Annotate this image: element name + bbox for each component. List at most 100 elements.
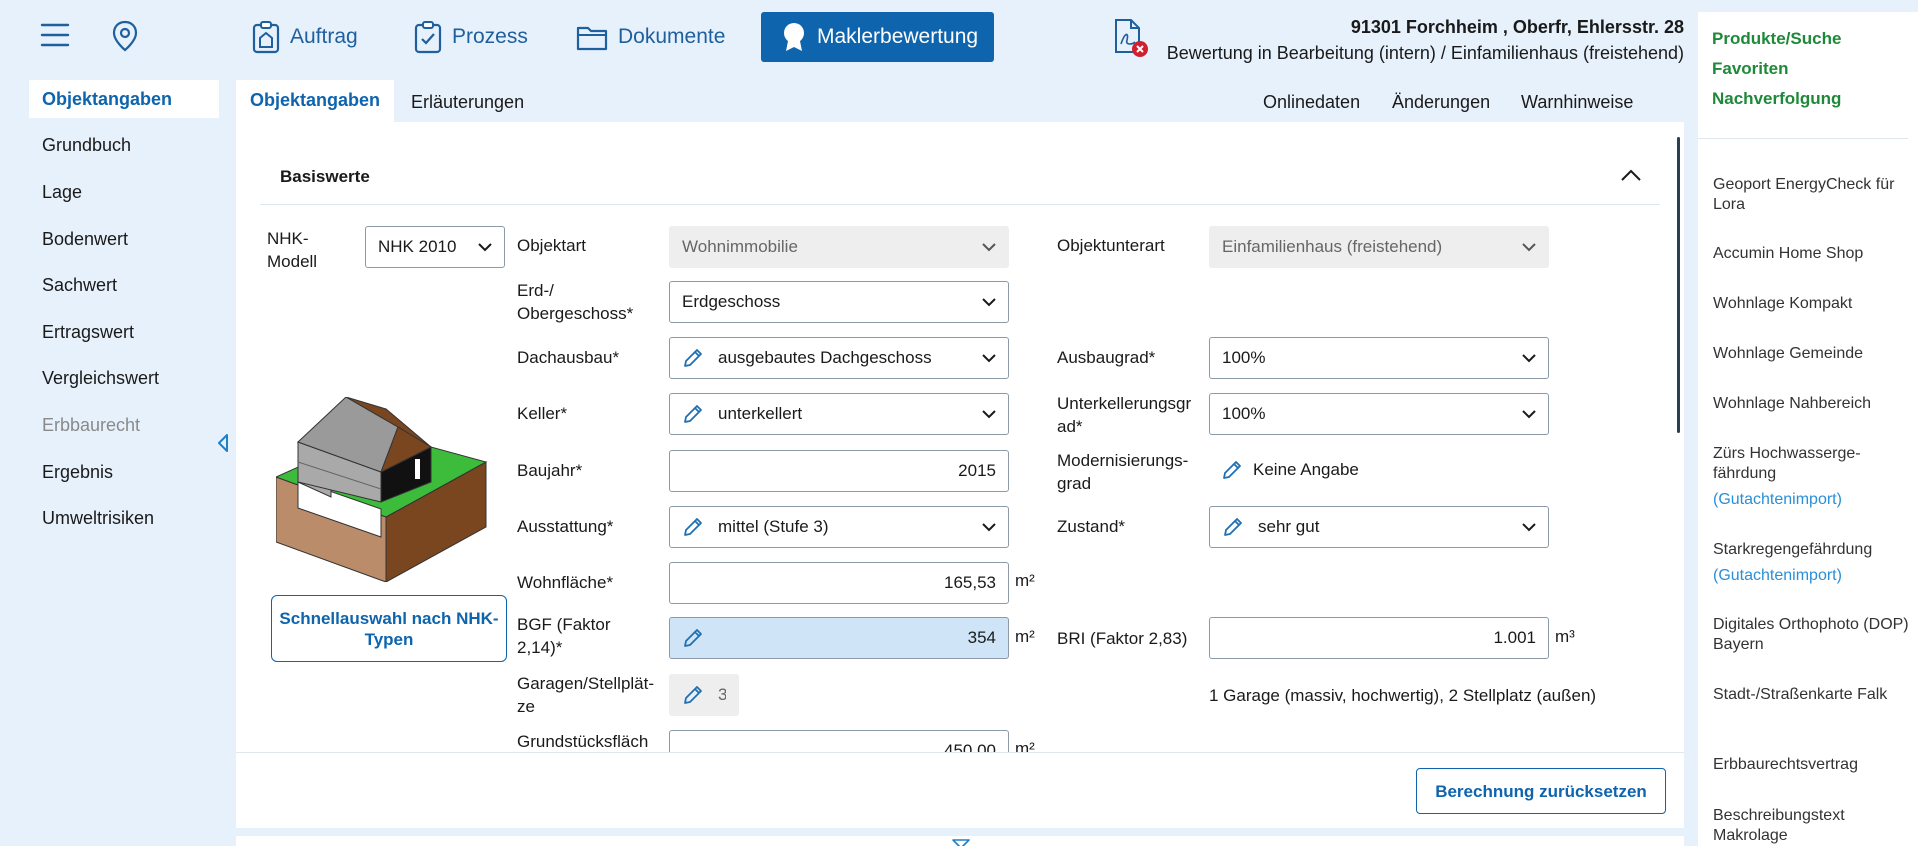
product-wohnlage-gemeinde[interactable]: Wohnlage Gemeinde xyxy=(1713,344,1913,364)
label-text: Erd-/ Obergeschoss* xyxy=(517,281,634,323)
product-wohnlage-nahbereich[interactable]: Wohnlage Nahbereich xyxy=(1713,394,1913,414)
pencil-icon[interactable] xyxy=(682,627,704,649)
link-warnhinweise[interactable]: Warnhinweise xyxy=(1521,82,1633,122)
label-text: Baujahr* xyxy=(517,461,583,480)
product-label: Wohnlage Kompakt xyxy=(1713,295,1853,312)
label-text: BGF (Faktor 2,14)* xyxy=(517,615,611,657)
tab-label: Objektangaben xyxy=(250,90,381,110)
sidebar-item-umweltrisiken[interactable]: Umweltrisiken xyxy=(29,499,219,537)
sidebar-item-sachwert[interactable]: Sachwert xyxy=(29,266,219,304)
label-text: Unterkellerungsgr ad* xyxy=(1057,394,1192,436)
sidebar-item-label: Lage xyxy=(42,182,83,202)
grundstueck-unit: m² xyxy=(1015,739,1035,752)
garagen-field[interactable]: 3 xyxy=(669,674,739,716)
product-zuers-hochwasser[interactable]: Zürs Hochwasserge-fährdung (Gutachtenimp… xyxy=(1713,444,1913,510)
ausbaugrad-value: 100% xyxy=(1222,348,1266,367)
zustand-select[interactable]: sehr gut xyxy=(1209,506,1549,548)
reset-calculation-button[interactable]: Berechnung zurücksetzen xyxy=(1416,768,1666,814)
sidebar-item-vergleichswert[interactable]: Vergleichswert xyxy=(29,359,219,397)
sidebar-item-objektangaben[interactable]: Objektangaben xyxy=(29,80,219,118)
dachausbau-select[interactable]: ausgebautes Dachgeschoss xyxy=(669,337,1009,379)
folder-icon xyxy=(576,23,608,51)
tab-erlaeuterungen[interactable]: Erläuterungen xyxy=(397,82,538,122)
pdf-error-icon[interactable] xyxy=(1113,18,1149,63)
product-label: Starkregengefährdung xyxy=(1713,541,1873,558)
bgf-label: BGF (Faktor 2,14)* xyxy=(517,613,647,659)
keller-select[interactable]: unterkellert xyxy=(669,393,1009,435)
reset-calculation-label: Berechnung zurücksetzen xyxy=(1435,781,1647,801)
product-beschreibungstext-makrolage[interactable]: Beschreibungstext Makrolage xyxy=(1713,806,1913,846)
menu-icon[interactable] xyxy=(40,22,70,53)
sidebar-item-label: Grundbuch xyxy=(42,135,132,155)
wohnflaeche-input[interactable]: 165,53 xyxy=(669,562,1009,604)
product-erbbaurechtsvertrag[interactable]: Erbbaurechtsvertrag xyxy=(1713,755,1913,775)
nav-dokumente[interactable]: Dokumente xyxy=(576,12,725,62)
ausstattung-select[interactable]: mittel (Stufe 3) xyxy=(669,506,1009,548)
chevron-down-icon xyxy=(982,353,996,363)
link-aenderungen[interactable]: Änderungen xyxy=(1392,82,1490,122)
location-pin-icon[interactable] xyxy=(112,20,138,57)
unterkellerung-value: 100% xyxy=(1222,404,1266,423)
link-onlinedaten[interactable]: Onlinedaten xyxy=(1263,82,1360,122)
nav-maklerbewertung[interactable]: Maklerbewertung xyxy=(761,12,994,62)
bgf-value: 354 xyxy=(967,628,996,647)
nav-prozess-label: Prozess xyxy=(452,25,528,48)
collapse-sidebar-icon[interactable] xyxy=(216,433,230,458)
nav-prozess[interactable]: Prozess xyxy=(414,12,528,62)
pencil-icon[interactable] xyxy=(1222,516,1244,538)
bri-unit: m³ xyxy=(1555,627,1575,646)
sidebar-item-label: Vergleichswert xyxy=(42,368,160,388)
geschoss-select[interactable]: Erdgeschoss xyxy=(669,281,1009,323)
baujahr-label: Baujahr* xyxy=(517,459,582,482)
scrollbar[interactable] xyxy=(1677,137,1680,433)
schnellauswahl-label: Schnellauswahl nach NHK-Typen xyxy=(279,608,499,649)
product-stadtkarte-falk[interactable]: Stadt-/Straßenkarte Falk xyxy=(1713,685,1913,705)
bri-input[interactable]: 1.001 xyxy=(1209,617,1549,659)
sidebar-item-ergebnis[interactable]: Ergebnis xyxy=(29,453,219,491)
bri-value: 1.001 xyxy=(1493,628,1536,647)
ausbaugrad-label: Ausbaugrad* xyxy=(1057,346,1155,369)
chevron-up-icon[interactable] xyxy=(1620,168,1642,187)
product-geoport-energycheck[interactable]: Geoport EnergyCheck für Lora xyxy=(1713,175,1913,215)
product-starkregen[interactable]: Starkregengefährdung (Gutachtenimport) xyxy=(1713,540,1913,586)
modernisierung-value-field[interactable]: Keine Angabe xyxy=(1221,459,1359,481)
unterkellerung-select[interactable]: 100% xyxy=(1209,393,1549,435)
product-label: Accumin Home Shop xyxy=(1713,245,1864,262)
sidebar-item-bodenwert[interactable]: Bodenwert xyxy=(29,220,219,258)
sidebar-item-grundbuch[interactable]: Grundbuch xyxy=(29,126,219,164)
objektunterart-value: Einfamilienhaus (freistehend) xyxy=(1222,237,1443,256)
ausstattung-value: mittel (Stufe 3) xyxy=(718,517,829,536)
link-nachverfolgung[interactable]: Nachverfolgung xyxy=(1712,89,1841,109)
grundstueck-value: 450,00 xyxy=(944,741,996,752)
link-produkte-suche[interactable]: Produkte/Suche xyxy=(1712,29,1841,49)
product-orthophoto-bayern[interactable]: Digitales Orthophoto (DOP) Bayern xyxy=(1713,615,1913,655)
tab-objektangaben[interactable]: Objektangaben xyxy=(236,80,395,122)
expand-down-icon[interactable] xyxy=(952,836,970,846)
bri-label: BRI (Faktor 2,83) xyxy=(1057,627,1187,650)
label-text: Ausbaugrad* xyxy=(1057,348,1156,367)
objektunterart-select: Einfamilienhaus (freistehend) xyxy=(1209,226,1549,268)
schnellauswahl-button[interactable]: Schnellauswahl nach NHK-Typen xyxy=(271,595,507,662)
pencil-icon[interactable] xyxy=(682,403,704,425)
product-label: Geoport EnergyCheck für Lora xyxy=(1713,176,1895,213)
link-favoriten[interactable]: Favoriten xyxy=(1712,59,1789,79)
bgf-input[interactable]: 354 xyxy=(669,617,1009,659)
geschoss-value: Erdgeschoss xyxy=(682,292,781,311)
nav-auftrag[interactable]: Auftrag xyxy=(252,12,358,62)
pencil-icon[interactable] xyxy=(682,516,704,538)
grundstueck-input[interactable]: 450,00 xyxy=(669,730,1009,752)
pencil-icon[interactable] xyxy=(682,684,704,706)
ausbaugrad-select[interactable]: 100% xyxy=(1209,337,1549,379)
product-accumin-home-shop[interactable]: Accumin Home Shop xyxy=(1713,244,1913,264)
baujahr-input[interactable]: 2015 xyxy=(669,450,1009,492)
sidebar-item-lage[interactable]: Lage xyxy=(29,173,219,211)
nhk-model-select[interactable]: NHK 2010 xyxy=(365,226,505,268)
chevron-down-icon xyxy=(982,242,996,252)
label-text: BRI (Faktor 2,83) xyxy=(1057,629,1188,648)
pencil-icon[interactable] xyxy=(682,347,704,369)
product-wohnlage-kompakt[interactable]: Wohnlage Kompakt xyxy=(1713,294,1913,314)
sidebar-item-ertragswert[interactable]: Ertragswert xyxy=(29,313,219,351)
pencil-icon[interactable] xyxy=(1221,459,1243,481)
unterkellerung-label: Unterkellerungsgr ad* xyxy=(1057,392,1202,438)
sidebar-item-label: Umweltrisiken xyxy=(42,508,155,528)
